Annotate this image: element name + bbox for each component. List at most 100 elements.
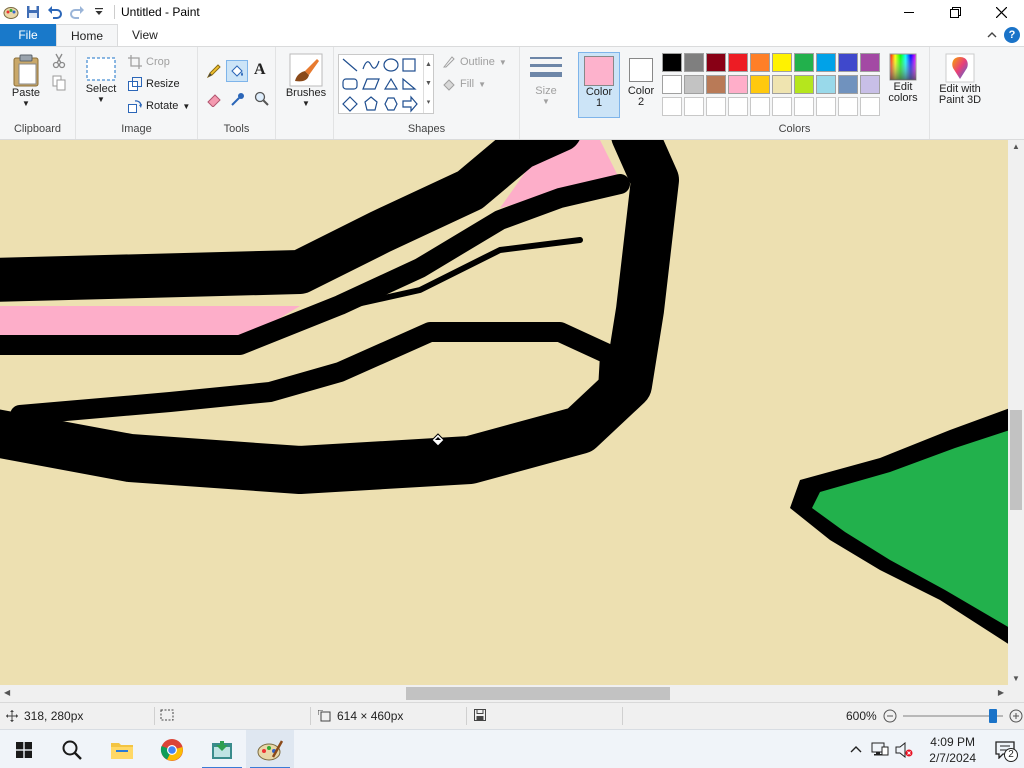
color-swatch[interactable] (794, 75, 814, 94)
vertical-scrollbar[interactable]: ▲ ▼ (1008, 140, 1024, 685)
brush-icon (289, 53, 323, 87)
color-swatch[interactable] (772, 97, 792, 116)
color-swatch[interactable] (860, 75, 880, 94)
notifications-button[interactable]: 2 (990, 730, 1020, 768)
resize-icon (128, 77, 142, 91)
color-swatch[interactable] (706, 53, 726, 72)
text-tool[interactable]: A (254, 61, 266, 79)
vertical-scroll-thumb[interactable] (1010, 410, 1022, 510)
color-swatch[interactable] (706, 75, 726, 94)
color-swatch[interactable] (684, 75, 704, 94)
tab-home[interactable]: Home (56, 24, 119, 46)
select-button[interactable]: Select ▼ (82, 55, 120, 104)
sandbox-app-button[interactable] (198, 730, 246, 768)
status-separator (622, 707, 623, 725)
chevron-up-icon[interactable] (986, 29, 998, 41)
network-icon[interactable] (871, 742, 889, 758)
color-swatch[interactable] (860, 97, 880, 116)
clipboard-group-label: Clipboard (13, 123, 62, 135)
start-button[interactable] (0, 730, 48, 768)
close-button[interactable] (978, 0, 1024, 24)
color-swatch[interactable] (794, 53, 814, 72)
color-swatch[interactable] (794, 97, 814, 116)
color-swatch[interactable] (728, 97, 748, 116)
scroll-down-icon[interactable]: ▼ (1012, 674, 1020, 683)
tab-file[interactable]: File (0, 24, 56, 46)
edit-colors-button[interactable]: Edit colors (884, 53, 922, 104)
status-separator (154, 707, 155, 725)
redo-icon[interactable] (66, 1, 88, 23)
search-button[interactable] (48, 730, 96, 768)
paste-button[interactable]: Paste ▼ (6, 53, 46, 108)
zoom-out-icon[interactable] (883, 709, 897, 723)
color-swatch[interactable] (750, 53, 770, 72)
zoom-slider-thumb[interactable] (988, 709, 997, 723)
magnifier-icon (254, 91, 269, 106)
color1-button[interactable]: Color 1 (578, 52, 620, 118)
undo-icon[interactable] (44, 1, 66, 23)
color-swatch[interactable] (838, 53, 858, 72)
scroll-right-icon[interactable]: ▶ (998, 688, 1004, 697)
customize-toolbar-icon[interactable] (88, 1, 110, 23)
clock[interactable]: 4:09 PM 2/7/2024 (929, 734, 976, 766)
color-swatch[interactable] (772, 53, 792, 72)
color-swatch[interactable] (750, 97, 770, 116)
color-swatch[interactable] (838, 97, 858, 116)
crop-button[interactable]: Crop (128, 55, 170, 69)
color-swatch[interactable] (816, 75, 836, 94)
volume-muted-icon[interactable] (895, 741, 913, 758)
color-swatch[interactable] (662, 53, 682, 72)
help-icon[interactable]: ? (1004, 27, 1020, 43)
edit-with-paint3d-button[interactable]: Edit with Paint 3D (934, 53, 986, 106)
scroll-left-icon[interactable]: ◀ (4, 688, 10, 697)
color2-button[interactable]: Color 2 (622, 52, 660, 118)
drawing-canvas[interactable] (0, 140, 1008, 685)
minimize-button[interactable] (886, 0, 932, 24)
fill-button[interactable]: Fill ▼ (442, 77, 486, 91)
shapes-scroll[interactable]: ▲ ▼ ▾ (423, 55, 433, 113)
rotate-button[interactable]: Rotate ▼ (128, 99, 190, 113)
color-swatch[interactable] (662, 97, 682, 116)
color-swatch[interactable] (684, 53, 704, 72)
color-swatch[interactable] (860, 53, 880, 72)
color-swatch[interactable] (684, 97, 704, 116)
resize-button[interactable]: Resize (128, 77, 180, 91)
fill-tool[interactable] (226, 60, 248, 82)
paint-app-icon[interactable] (0, 1, 22, 23)
zoom-in-icon[interactable] (1009, 709, 1023, 723)
chevron-up-tray-icon[interactable] (849, 743, 863, 757)
size-button[interactable]: Size ▼ (526, 55, 566, 106)
color-swatch[interactable] (816, 53, 836, 72)
horizontal-scrollbar[interactable]: ◀ ▶ (0, 685, 1008, 702)
outline-button[interactable]: Outline ▼ (442, 55, 507, 69)
color-swatch[interactable] (662, 75, 682, 94)
chrome-button[interactable] (148, 730, 196, 768)
color-swatch[interactable] (706, 97, 726, 116)
size-dropdown-icon: ▼ (542, 97, 550, 106)
selection-icon (160, 709, 174, 721)
magnifier-tool[interactable] (254, 91, 270, 107)
tab-view[interactable]: View (118, 24, 172, 46)
color-picker-tool[interactable] (230, 91, 246, 107)
copy-button[interactable] (52, 75, 66, 91)
scroll-up-icon[interactable]: ▲ (1012, 142, 1020, 151)
outline-icon (442, 56, 455, 68)
color-swatch[interactable] (728, 75, 748, 94)
brushes-button[interactable]: Brushes ▼ (284, 53, 328, 108)
eraser-tool[interactable] (206, 91, 222, 107)
zoom-slider[interactable] (902, 709, 1003, 723)
maximize-button[interactable] (932, 0, 978, 24)
cut-button[interactable] (52, 53, 66, 69)
notification-count: 2 (1004, 748, 1018, 762)
color-swatch[interactable] (838, 75, 858, 94)
color-swatch[interactable] (750, 75, 770, 94)
horizontal-scroll-thumb[interactable] (406, 687, 670, 700)
scissors-icon (52, 53, 66, 69)
save-icon[interactable] (22, 1, 44, 23)
color-swatch[interactable] (816, 97, 836, 116)
paint-taskbar-button[interactable] (246, 730, 294, 768)
color-swatch[interactable] (772, 75, 792, 94)
color-swatch[interactable] (728, 53, 748, 72)
file-explorer-button[interactable] (98, 730, 146, 768)
pencil-tool[interactable] (206, 63, 222, 79)
